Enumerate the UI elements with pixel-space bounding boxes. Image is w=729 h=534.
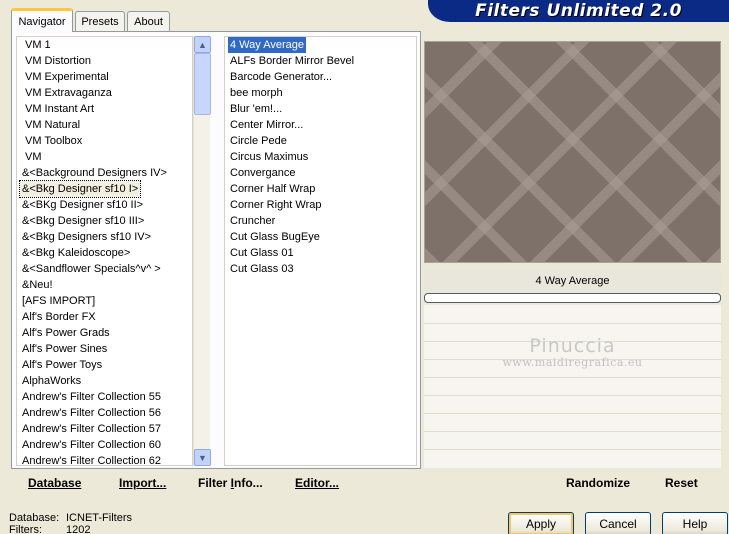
import-rest: mport... (122, 476, 167, 490)
filter-preview (424, 41, 721, 263)
list-item[interactable]: Andrew's Filter Collection 55 (20, 389, 163, 405)
scroll-thumb[interactable] (194, 53, 211, 115)
list-item[interactable]: AlphaWorks (20, 373, 83, 389)
list-item[interactable]: Alf's Power Sines (20, 341, 109, 357)
progress-bar (424, 293, 721, 303)
list-item[interactable]: Alf's Power Grads (20, 325, 112, 341)
scroll-down-button[interactable]: ▼ (194, 449, 211, 466)
category-list[interactable]: VM 1 VM Distortion VM Experimental VM Extra… (16, 36, 193, 466)
parameter-row-divider (424, 431, 721, 432)
list-item[interactable]: Cruncher (228, 213, 277, 229)
editor-accel: E (295, 476, 304, 490)
database-accel: D (28, 476, 37, 490)
tab-about[interactable]: About (127, 11, 170, 31)
list-item[interactable]: [AFS IMPORT] (20, 293, 97, 309)
list-item[interactable]: &<Bkg Designer sf10 III> (20, 213, 146, 229)
list-item[interactable]: VM (23, 149, 44, 165)
list-item[interactable]: ALFs Border Mirror Bevel (228, 53, 356, 69)
list-item[interactable]: Cut Glass 01 (228, 245, 296, 261)
list-item[interactable]: bee morph (228, 85, 285, 101)
parameter-row-divider (424, 449, 721, 450)
list-item[interactable]: 4 Way Average (228, 37, 306, 53)
list-item[interactable]: Circus Maximus (228, 149, 310, 165)
list-item[interactable]: VM Natural (23, 117, 82, 133)
parameter-row-divider (424, 323, 721, 324)
list-item[interactable]: &<BKg Designer sf10 II> (20, 197, 145, 213)
list-item[interactable]: &<Background Designers IV> (20, 165, 169, 181)
watermark-url: www.maidiregrafica.eu (502, 356, 643, 369)
watermark-text: Pinuccia (529, 335, 616, 357)
list-item[interactable]: Corner Half Wrap (228, 181, 317, 197)
list-item[interactable]: Cut Glass BugEye (228, 229, 322, 245)
database-button[interactable]: Database (28, 472, 81, 494)
list-item[interactable]: Circle Pede (228, 133, 289, 149)
editor-rest: ditor... (303, 476, 340, 490)
tab-navigator-label: Navigator (18, 15, 66, 28)
filters-count-value: 1202 (66, 524, 91, 534)
list-item[interactable]: Andrew's Filter Collection 56 (20, 405, 163, 421)
list-item[interactable]: Andrew's Filter Collection 60 (20, 437, 163, 453)
cancel-button[interactable]: Cancel (585, 512, 651, 534)
list-item[interactable]: VM Extravaganza (23, 85, 114, 101)
list-item[interactable]: VM Experimental (23, 69, 111, 85)
parameter-row-divider (424, 395, 721, 396)
reset-button[interactable]: Reset (665, 472, 698, 494)
list-item[interactable]: Center Mirror... (228, 117, 305, 133)
list-item[interactable]: VM Instant Art (23, 101, 96, 117)
list-item[interactable]: Blur 'em!... (228, 101, 284, 117)
list-item[interactable]: Cut Glass 03 (228, 261, 296, 277)
filter-info-pre: Filter (198, 476, 231, 490)
chevron-down-icon: ▼ (198, 452, 207, 463)
tab-about-label: About (134, 15, 163, 28)
database-rest: atabase (36, 476, 82, 490)
list-item[interactable]: VM 1 (23, 37, 53, 53)
tab-presets[interactable]: Presets (75, 11, 125, 31)
scroll-up-button[interactable]: ▲ (194, 36, 211, 53)
filter-info-button[interactable]: Filter Info... (198, 472, 263, 494)
app-banner: Filters Unlimited 2.0 (428, 0, 729, 22)
filters-count-label: Filters: (9, 524, 42, 534)
list-item[interactable]: Andrew's Filter Collection 62 (20, 453, 163, 465)
list-item[interactable]: Barcode Generator... (228, 69, 334, 85)
category-scrollbar[interactable]: ▲ ▼ (193, 36, 211, 466)
list-item[interactable]: VM Toolbox (23, 133, 84, 149)
list-item[interactable]: &<Bkg Kaleidoscope> (20, 245, 132, 261)
chevron-up-icon: ▲ (198, 39, 207, 50)
list-item[interactable]: &Neu! (20, 277, 55, 293)
list-item[interactable]: Alf's Power Toys (20, 357, 104, 373)
database-label: Database: (9, 512, 60, 524)
filter-list[interactable]: 4 Way Average ALFs Border Mirror Bevel Bar… (224, 36, 417, 466)
list-item[interactable]: &<Bkg Designer sf10 I> (18, 180, 142, 198)
parameter-row-divider (424, 413, 721, 414)
list-item[interactable]: Convergance (228, 165, 297, 181)
list-item[interactable]: Alf's Border FX (20, 309, 98, 325)
randomize-button[interactable]: Randomize (566, 472, 630, 494)
parameter-area (424, 305, 721, 468)
list-item[interactable]: Andrew's Filter Collection 57 (20, 421, 163, 437)
filter-info-rest: nfo... (234, 476, 263, 490)
tab-presets-label: Presets (81, 15, 119, 28)
editor-button[interactable]: Editor... (295, 472, 339, 494)
app-title: Filters Unlimited 2.0 (475, 1, 682, 21)
list-item[interactable]: &<Bkg Designers sf10 IV> (20, 229, 153, 245)
tab-navigator[interactable]: Navigator (11, 8, 73, 32)
help-button[interactable]: Help (662, 512, 728, 534)
apply-button[interactable]: Apply (508, 512, 574, 534)
database-value: ICNET-Filters (66, 512, 132, 524)
import-button[interactable]: Import... (119, 472, 166, 494)
selected-filter-name: 4 Way Average (424, 270, 721, 292)
list-item[interactable]: Corner Right Wrap (228, 197, 324, 213)
list-item[interactable]: &<Sandflower Specials^v^ > (20, 261, 163, 277)
parameter-row-divider (424, 377, 721, 378)
list-item[interactable]: VM Distortion (23, 53, 93, 69)
